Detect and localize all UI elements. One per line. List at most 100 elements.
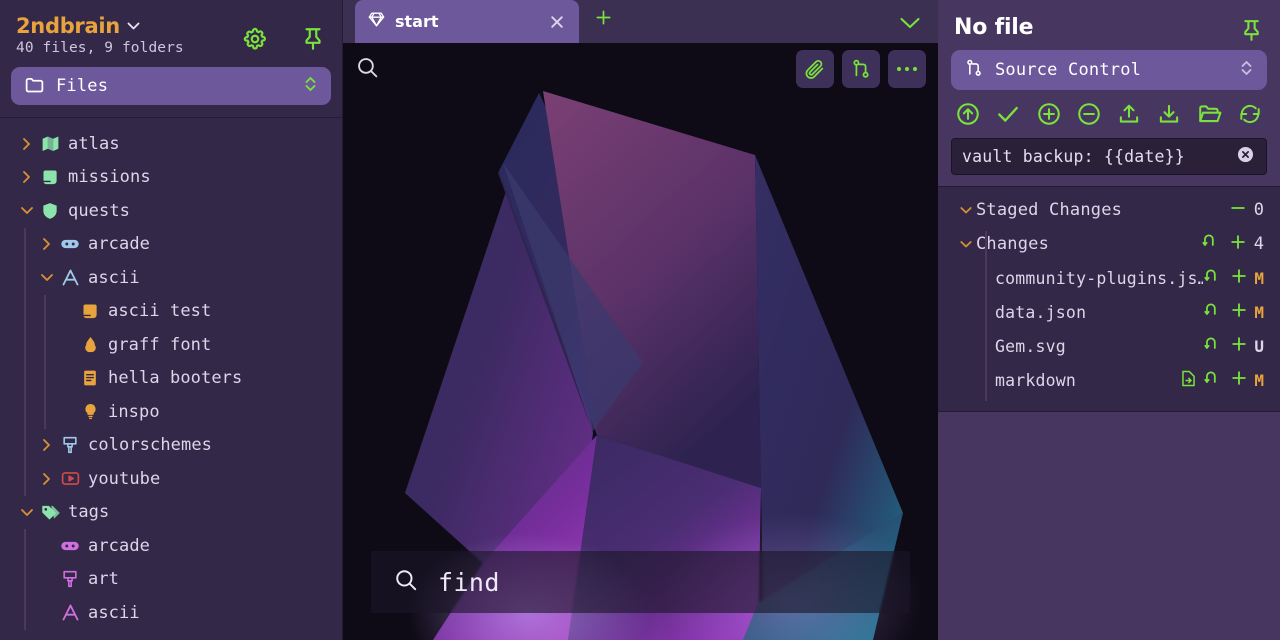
- open-folder-button[interactable]: [1196, 100, 1224, 128]
- plus-icon[interactable]: [1229, 300, 1249, 324]
- changed-file-row[interactable]: data.json M: [938, 295, 1280, 329]
- sort-chevrons-icon[interactable]: [303, 74, 318, 98]
- changed-file-row[interactable]: markdown M: [938, 363, 1280, 397]
- undo-icon[interactable]: [1201, 231, 1222, 257]
- tree-item-atlas[interactable]: atlas: [0, 127, 342, 161]
- plus-icon[interactable]: [1229, 368, 1249, 392]
- more-options-button[interactable]: [888, 50, 926, 88]
- plus-icon[interactable]: [1228, 232, 1248, 257]
- book-icon: [79, 369, 101, 388]
- tags-icon: [39, 503, 61, 522]
- tree-item-graff-font[interactable]: graff font: [0, 328, 342, 362]
- find-input[interactable]: find: [438, 568, 500, 597]
- chevron-right-icon[interactable]: [38, 236, 55, 253]
- view-selector[interactable]: Source Control: [951, 50, 1267, 90]
- changed-file-name: Gem.svg: [995, 336, 1066, 356]
- stage-all-button[interactable]: [1035, 100, 1063, 128]
- tree-item-inspo[interactable]: inspo: [0, 395, 342, 429]
- commit-message-input[interactable]: vault backup: {{date}}: [951, 138, 1267, 175]
- push-button[interactable]: [1115, 100, 1143, 128]
- group-label: Changes: [976, 234, 1050, 254]
- commit-message-value: vault backup: {{date}}: [962, 147, 1185, 166]
- undo-icon[interactable]: [1203, 266, 1224, 291]
- scroll-icon: [39, 168, 61, 187]
- scroll-icon: [79, 302, 101, 321]
- tree-item-arcade[interactable]: arcade: [0, 228, 342, 262]
- gear-icon[interactable]: [242, 26, 268, 52]
- tree-item-label: art: [88, 569, 120, 590]
- file-status-badge: M: [1254, 268, 1264, 288]
- files-pill-label: Files: [56, 76, 109, 96]
- editor-area: find: [343, 43, 938, 640]
- undo-icon[interactable]: [1203, 368, 1224, 393]
- tree-item-ascii-test[interactable]: ascii test: [0, 295, 342, 329]
- chevron-right-icon[interactable]: [18, 135, 35, 152]
- letter-a-icon: [59, 268, 81, 287]
- tree-item-youtube[interactable]: youtube: [0, 462, 342, 496]
- sort-chevrons-icon[interactable]: [1239, 58, 1254, 82]
- tree-item-quests[interactable]: quests: [0, 194, 342, 228]
- changed-file-row[interactable]: Gem.svg U: [938, 329, 1280, 363]
- tree-item-arcade[interactable]: arcade: [0, 529, 342, 563]
- commit-button[interactable]: [994, 100, 1022, 128]
- folder-icon: [24, 74, 45, 99]
- tree-item-missions[interactable]: missions: [0, 161, 342, 195]
- changes-panel: Staged Changes 0 Changes 4 community-plu…: [938, 186, 1280, 412]
- close-icon[interactable]: [547, 12, 567, 32]
- chevron-down-icon[interactable]: [18, 504, 35, 521]
- plus-icon[interactable]: [1229, 266, 1249, 290]
- search-icon[interactable]: [355, 55, 380, 84]
- tree-item-label: ascii: [88, 267, 140, 288]
- minus-icon[interactable]: [1228, 198, 1248, 223]
- tree-item-ascii[interactable]: ascii: [0, 596, 342, 630]
- commit-message-wrapper: vault backup: {{date}}: [938, 134, 1280, 186]
- new-tab-button[interactable]: [593, 7, 614, 32]
- file-status-badge: U: [1254, 336, 1264, 356]
- flame-icon: [79, 335, 101, 354]
- tree-item-colorschemes[interactable]: colorschemes: [0, 429, 342, 463]
- pin-icon[interactable]: [1239, 18, 1264, 47]
- refresh-button[interactable]: [1236, 100, 1264, 128]
- editor-header: [343, 43, 938, 95]
- pull-button[interactable]: [1155, 100, 1183, 128]
- gem-icon: [367, 10, 386, 33]
- changed-file-row[interactable]: community-plugins.js… M: [938, 261, 1280, 295]
- commit-and-push-button[interactable]: [954, 100, 982, 128]
- changed-file-name: data.json: [995, 302, 1087, 322]
- chevron-down-icon[interactable]: [38, 269, 55, 286]
- unstage-all-button[interactable]: [1075, 100, 1103, 128]
- youtube-icon: [59, 469, 81, 488]
- changed-file-name: community-plugins.js…: [995, 268, 1204, 288]
- chevron-right-icon[interactable]: [38, 470, 55, 487]
- chevron-right-icon[interactable]: [38, 437, 55, 454]
- tab-list-chevron-icon[interactable]: [899, 14, 921, 33]
- pin-icon[interactable]: [300, 26, 326, 52]
- tree-item-label: ascii: [88, 602, 140, 623]
- clear-circle-icon[interactable]: [1235, 144, 1256, 169]
- group-changes[interactable]: Changes 4: [938, 227, 1280, 261]
- attachment-button[interactable]: [796, 50, 834, 88]
- gamepad-icon: [59, 235, 81, 254]
- plus-icon[interactable]: [1229, 334, 1249, 358]
- tree-item-label: colorschemes: [88, 435, 213, 456]
- tree-item-art[interactable]: art: [0, 563, 342, 597]
- find-bar[interactable]: find: [371, 551, 910, 613]
- tree-item-hella-booters[interactable]: hella booters: [0, 362, 342, 396]
- chevron-down-icon[interactable]: [960, 206, 976, 214]
- tree-item-label: atlas: [68, 133, 120, 154]
- chevron-down-icon[interactable]: [960, 240, 976, 248]
- undo-icon[interactable]: [1203, 334, 1224, 359]
- chevron-right-icon[interactable]: [18, 169, 35, 186]
- undo-icon[interactable]: [1203, 300, 1224, 325]
- open-diff-icon[interactable]: [1179, 369, 1198, 392]
- tree-item-tags[interactable]: tags: [0, 496, 342, 530]
- group-staged-changes[interactable]: Staged Changes 0: [938, 193, 1280, 227]
- file-status-badge: M: [1254, 302, 1264, 322]
- tree-item-ascii[interactable]: ascii: [0, 261, 342, 295]
- files-view-selector[interactable]: Files: [11, 67, 331, 105]
- tab-start[interactable]: start: [355, 0, 579, 43]
- source-control-button[interactable]: [842, 50, 880, 88]
- chevron-down-icon[interactable]: [18, 202, 35, 219]
- page-title: No file: [954, 15, 1034, 40]
